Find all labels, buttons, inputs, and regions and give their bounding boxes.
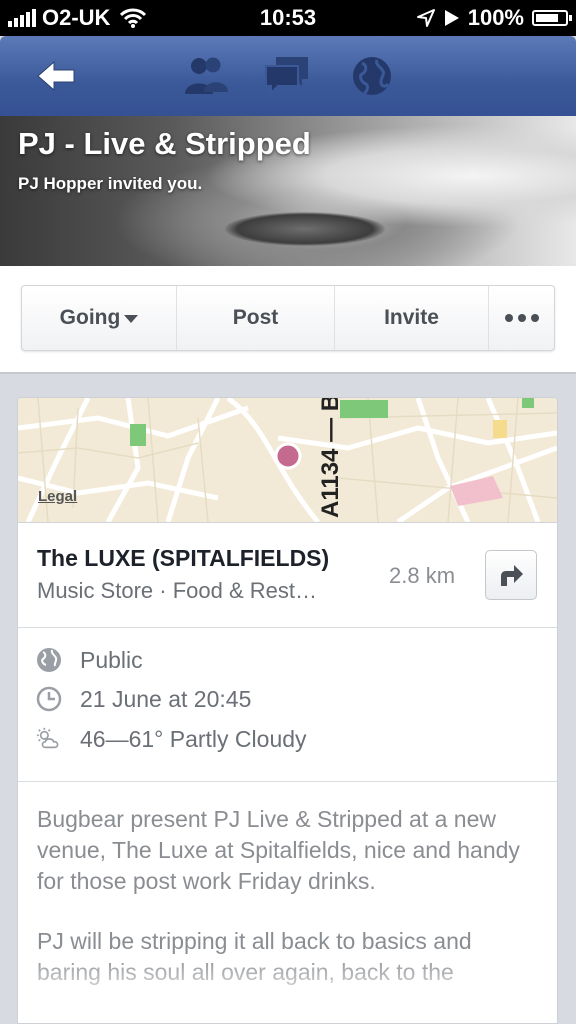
status-bar: O2-UK 10:53 100% [0,0,576,36]
event-action-bar: Going Post Invite [21,285,555,351]
more-button[interactable] [489,286,554,350]
navigation-bar [0,36,576,116]
event-cover-photo: PJ - Live & Stripped PJ Hopper invited y… [0,116,576,266]
event-info-list: Public 21 June at 20:45 46—61° Partly Cl… [18,626,557,782]
clock-icon [36,686,62,712]
datetime-row: 21 June at 20:45 [36,684,251,714]
datetime-text: 21 June at 20:45 [80,685,252,712]
weather-row: 46—61° Partly Cloudy [36,724,307,754]
location-arrow-icon [416,9,435,27]
description-paragraph: Bugbear present PJ Live & Stripped at a … [37,806,520,894]
globe-icon[interactable] [350,54,394,98]
directions-button[interactable] [485,550,537,600]
back-arrow-icon[interactable] [34,54,78,98]
play-icon [444,10,459,26]
privacy-text: Public [80,646,143,673]
directions-arrow-icon [501,565,523,586]
battery-percent: 100% [467,5,524,30]
invite-button[interactable]: Invite [335,286,489,350]
messages-icon[interactable] [264,54,308,98]
venue-map[interactable]: A1134 — Bri Legal [18,398,557,522]
invited-by-text: PJ Hopper invited you. [18,174,203,193]
event-details-card: A1134 — Bri Legal The LUXE (SPITALFIELDS… [17,397,558,1024]
map-legal-link[interactable]: Legal [38,488,77,505]
description-fade [18,953,557,1023]
going-button[interactable]: Going [22,286,177,350]
privacy-row: Public [36,645,143,675]
cover-photo-face [225,212,385,246]
partly-cloudy-icon [36,726,62,752]
battery-icon [532,10,572,26]
map-road-label: A1134 — Bri [317,398,344,518]
venue-row[interactable]: The LUXE (SPITALFIELDS) Music Store · Fo… [18,522,557,628]
map-streets: A1134 — Bri [18,398,557,522]
venue-category: Music Store · Food & Rest… [37,578,317,603]
invite-label: Invite [384,306,439,329]
post-label: Post [232,306,279,329]
more-dots-icon [504,314,539,322]
map-pin-icon [274,442,302,470]
chevron-down-icon [124,315,139,323]
going-label: Going [59,306,121,329]
post-button[interactable]: Post [177,286,335,350]
globe-icon [36,647,62,673]
venue-distance: 2.8 km [389,563,456,588]
friends-icon[interactable] [182,54,228,98]
event-actions-section: Going Post Invite [0,266,576,374]
weather-text: 46—61° Partly Cloudy [80,725,307,752]
event-title: PJ - Live & Stripped [18,126,311,161]
venue-name: The LUXE (SPITALFIELDS) [37,545,330,571]
